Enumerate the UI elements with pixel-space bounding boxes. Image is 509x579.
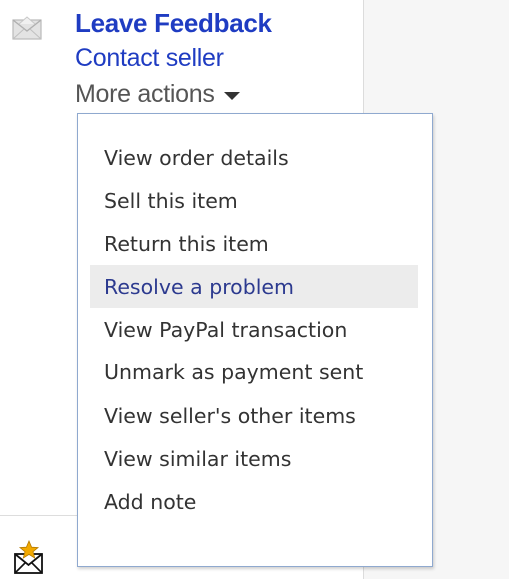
more-actions-toggle[interactable]: More actions	[75, 76, 272, 112]
envelope-icon	[12, 16, 42, 40]
menu-item-view-paypal-transaction[interactable]: View PayPal transaction	[90, 308, 418, 351]
menu-item-view-order-details[interactable]: View order details	[90, 136, 418, 179]
menu-item-sell-this-item[interactable]: Sell this item	[90, 179, 418, 222]
caret-down-icon	[223, 92, 240, 100]
menu-item-view-sellers-other-items[interactable]: View seller's other items	[90, 394, 418, 437]
menu-item-unmark-as-payment-sent[interactable]: Unmark as payment sent	[90, 351, 418, 394]
leave-feedback-link[interactable]: Leave Feedback	[75, 6, 272, 40]
menu-item-add-note[interactable]: Add note	[90, 480, 418, 523]
menu-item-return-this-item[interactable]: Return this item	[90, 222, 418, 265]
menu-item-view-similar-items[interactable]: View similar items	[90, 437, 418, 480]
envelope-star-icon	[14, 540, 43, 574]
more-actions-menu: View order details Sell this item Return…	[77, 113, 433, 567]
more-actions-label: More actions	[75, 80, 215, 108]
contact-seller-link[interactable]: Contact seller	[75, 40, 272, 76]
menu-item-resolve-a-problem[interactable]: Resolve a problem	[90, 265, 418, 308]
order-actions: Leave Feedback Contact seller More actio…	[75, 6, 272, 112]
